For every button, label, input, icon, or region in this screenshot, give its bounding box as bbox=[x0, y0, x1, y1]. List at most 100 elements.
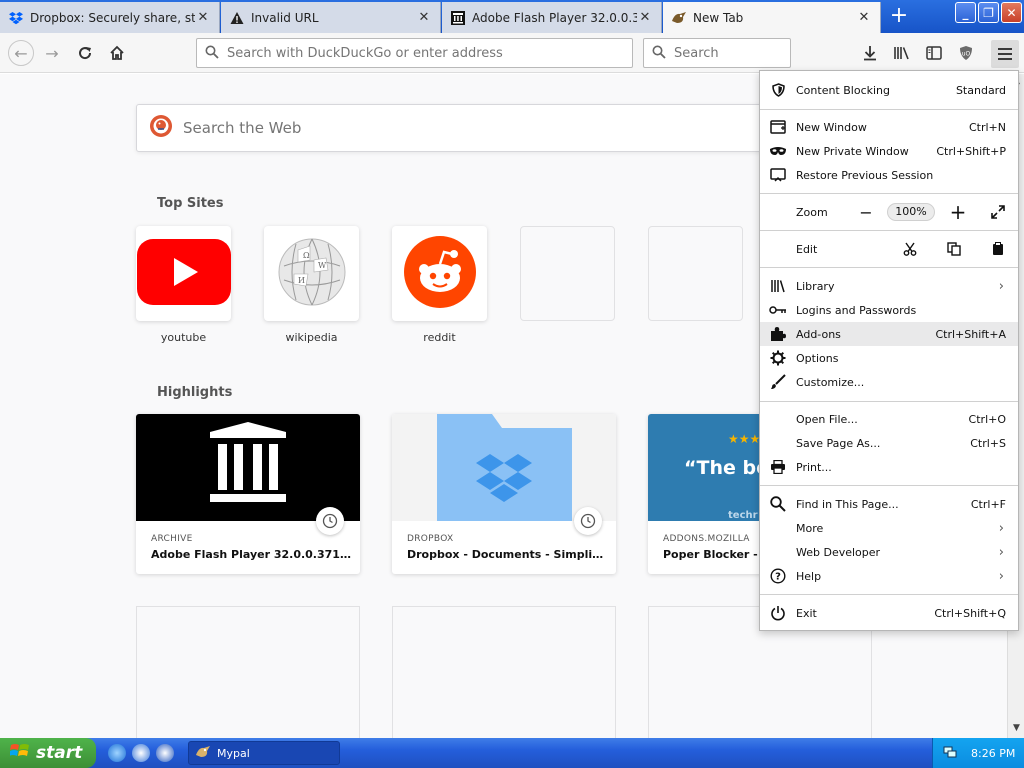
internet-explorer-icon[interactable] bbox=[108, 744, 126, 762]
search-input[interactable] bbox=[674, 45, 844, 61]
menu-separator bbox=[760, 193, 1018, 194]
clock[interactable]: 8:26 PM bbox=[971, 747, 1015, 760]
reload-icon[interactable] bbox=[73, 41, 97, 65]
archive-icon bbox=[450, 10, 466, 26]
menu-item-web-developer[interactable]: Web Developer › bbox=[760, 540, 1018, 564]
close-tab-icon[interactable]: ✕ bbox=[195, 10, 211, 25]
minimize-button[interactable]: _ bbox=[955, 2, 976, 23]
rating-stars: ★★★ bbox=[728, 432, 761, 446]
close-window-button[interactable]: ✕ bbox=[1001, 2, 1022, 23]
menu-separator bbox=[760, 109, 1018, 110]
svg-text:uO: uO bbox=[962, 51, 971, 58]
close-tab-icon[interactable]: ✕ bbox=[856, 10, 872, 25]
maximize-button[interactable]: ❐ bbox=[978, 2, 999, 23]
new-tab-button[interactable]: + bbox=[884, 4, 914, 30]
tab-invalid-url[interactable]: Invalid URL ✕ bbox=[221, 2, 441, 33]
menu-item-edit: Edit bbox=[760, 237, 1018, 261]
top-site-reddit[interactable] bbox=[392, 226, 487, 321]
menu-item-options[interactable]: Options bbox=[760, 346, 1018, 370]
search-icon bbox=[760, 496, 796, 512]
duckduckgo-icon bbox=[149, 114, 173, 142]
svg-text:Ω: Ω bbox=[303, 251, 310, 260]
browser-quicklaunch-icon[interactable] bbox=[132, 744, 150, 762]
chevron-right-icon: › bbox=[998, 568, 1004, 584]
menu-item-new-private-window[interactable]: New Private Window Ctrl+Shift+P bbox=[760, 139, 1018, 163]
address-bar[interactable] bbox=[196, 38, 633, 68]
menu-item-logins[interactable]: Logins and Passwords bbox=[760, 298, 1018, 322]
zoom-in-button[interactable]: + bbox=[946, 200, 970, 224]
close-tab-icon[interactable]: ✕ bbox=[637, 10, 653, 25]
library-icon bbox=[760, 279, 796, 293]
fullscreen-icon[interactable] bbox=[986, 200, 1010, 224]
ublock-icon[interactable]: uO bbox=[954, 41, 978, 65]
zoom-reset-button[interactable]: 100% bbox=[887, 203, 935, 221]
search-icon bbox=[652, 44, 666, 63]
highlight-card-dropbox[interactable]: DROPBOX Dropbox - Documents - Simplify..… bbox=[392, 414, 616, 574]
top-site-label: wikipedia bbox=[285, 331, 338, 344]
tab-archive[interactable]: Adobe Flash Player 32.0.0.371 – ✕ bbox=[442, 2, 662, 33]
tab-label: Invalid URL bbox=[251, 10, 319, 25]
sidebar-icon[interactable] bbox=[922, 41, 946, 65]
menu-item-open-file[interactable]: Open File... Ctrl+O bbox=[760, 407, 1018, 431]
taskbar-item-mypal[interactable]: Mypal bbox=[188, 741, 340, 765]
svg-text:?: ? bbox=[775, 572, 781, 583]
cut-icon[interactable] bbox=[898, 237, 922, 261]
zoom-out-button[interactable]: − bbox=[854, 200, 878, 224]
menu-item-more[interactable]: More › bbox=[760, 516, 1018, 540]
highlight-source: ARCHIVE bbox=[151, 534, 193, 544]
menu-item-addons[interactable]: Add-ons Ctrl+Shift+A bbox=[760, 322, 1018, 346]
chevron-right-icon: › bbox=[998, 520, 1004, 536]
top-site-empty bbox=[648, 226, 743, 321]
library-icon[interactable] bbox=[890, 41, 914, 65]
menu-separator bbox=[760, 401, 1018, 402]
highlight-source: ADDONS.MOZILLA bbox=[663, 534, 750, 544]
media-player-icon[interactable] bbox=[156, 744, 174, 762]
system-tray: 8:26 PM bbox=[932, 738, 1024, 768]
youtube-icon bbox=[136, 238, 231, 309]
navigation-toolbar: ← → uO bbox=[0, 33, 1024, 73]
highlight-title: Adobe Flash Player 32.0.0.371 – I... bbox=[151, 548, 351, 561]
search-bar[interactable] bbox=[643, 38, 844, 68]
warning-icon bbox=[229, 10, 245, 26]
start-button[interactable]: start bbox=[0, 738, 96, 768]
chevron-right-icon: › bbox=[998, 544, 1004, 560]
network-icon[interactable] bbox=[943, 745, 957, 762]
paste-icon[interactable] bbox=[986, 237, 1010, 261]
menu-icon[interactable] bbox=[991, 40, 1019, 68]
puzzle-icon bbox=[760, 326, 796, 342]
highlight-placeholder bbox=[136, 606, 360, 738]
menu-item-save-page[interactable]: Save Page As... Ctrl+S bbox=[760, 431, 1018, 455]
menu-item-exit[interactable]: Exit Ctrl+Shift+Q bbox=[760, 601, 1018, 625]
menu-item-restore-session[interactable]: Restore Previous Session bbox=[760, 163, 1018, 187]
menu-item-new-window[interactable]: New Window Ctrl+N bbox=[760, 115, 1018, 139]
content-blocking-value: Standard bbox=[955, 83, 1006, 97]
menu-item-help[interactable]: ? Help › bbox=[760, 564, 1018, 588]
menu-item-content-blocking[interactable]: Content Blocking Standard bbox=[760, 78, 1018, 102]
highlight-title: Dropbox - Documents - Simplify... bbox=[407, 548, 607, 561]
back-icon[interactable]: ← bbox=[8, 40, 34, 66]
address-input[interactable] bbox=[227, 45, 632, 61]
menu-separator bbox=[760, 267, 1018, 268]
windows-logo-icon bbox=[9, 742, 30, 765]
dropbox-icon bbox=[8, 10, 24, 26]
menu-item-customize[interactable]: Customize... bbox=[760, 370, 1018, 394]
menu-separator bbox=[760, 594, 1018, 595]
menu-item-library[interactable]: Library › bbox=[760, 274, 1018, 298]
top-site-youtube[interactable] bbox=[136, 226, 231, 321]
tab-new-tab[interactable]: New Tab ✕ bbox=[663, 2, 881, 33]
chevron-right-icon: › bbox=[998, 278, 1004, 294]
highlight-card-archive[interactable]: ARCHIVE Adobe Flash Player 32.0.0.371 – … bbox=[136, 414, 360, 574]
scroll-down-icon[interactable]: ▼ bbox=[1010, 723, 1023, 736]
menu-item-print[interactable]: Print... bbox=[760, 455, 1018, 479]
menu-item-find[interactable]: Find in This Page... Ctrl+F bbox=[760, 492, 1018, 516]
tab-dropbox[interactable]: Dropbox: Securely share, store a ✕ bbox=[0, 2, 220, 33]
close-tab-icon[interactable]: ✕ bbox=[416, 10, 432, 25]
addons-promo-subtext: techr bbox=[728, 510, 758, 521]
home-icon[interactable] bbox=[105, 41, 129, 65]
copy-icon[interactable] bbox=[942, 237, 966, 261]
downloads-icon[interactable] bbox=[858, 41, 882, 65]
forward-icon[interactable]: → bbox=[40, 41, 64, 65]
start-label: start bbox=[36, 743, 83, 763]
top-site-wikipedia[interactable]: ΩW И bbox=[264, 226, 359, 321]
clock-icon bbox=[316, 507, 344, 535]
